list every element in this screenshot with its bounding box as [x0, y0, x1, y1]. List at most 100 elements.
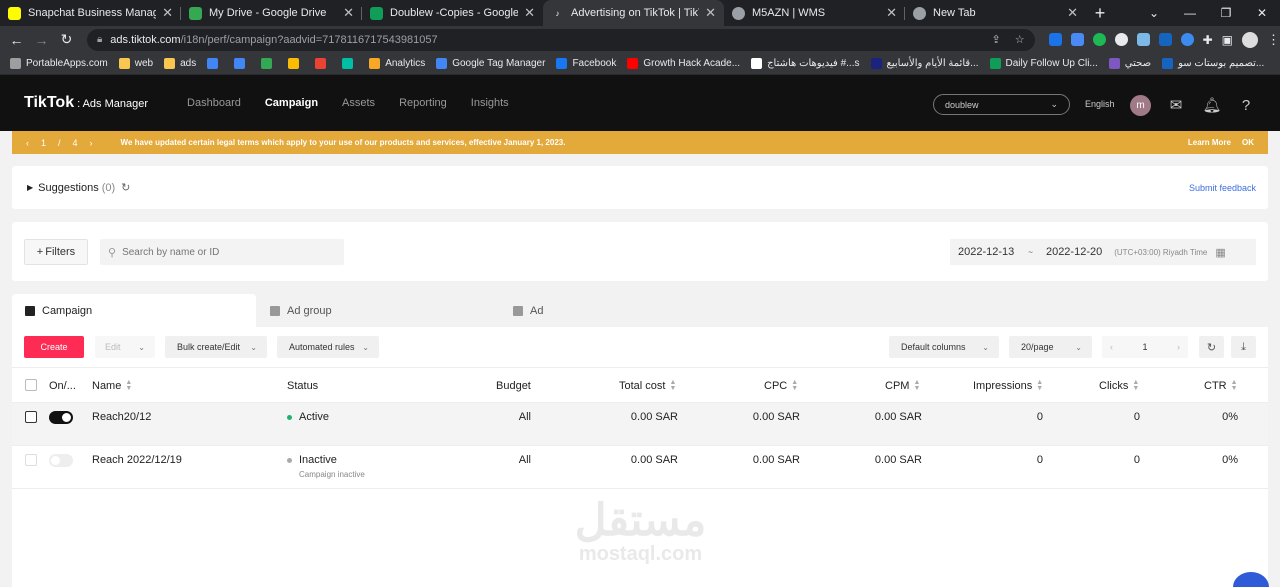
bookmark-item[interactable]: Google Tag Manager — [436, 58, 545, 69]
row-checkbox[interactable] — [25, 411, 37, 423]
bookmark-item[interactable]: Growth Hack Acade... — [627, 58, 740, 69]
nav-insights[interactable]: Insights — [471, 97, 509, 109]
extension-icon[interactable] — [1180, 33, 1194, 46]
help-icon[interactable]: ? — [1236, 95, 1256, 115]
suggestions-label[interactable]: Suggestions — [38, 182, 99, 194]
restore-icon[interactable]: ❐ — [1208, 6, 1244, 20]
back-icon[interactable]: ← — [4, 32, 29, 48]
bookmark-item[interactable]: Facebook — [556, 58, 616, 69]
bulk-create-edit-button[interactable]: Bulk create/Edit ⌄ — [165, 336, 267, 358]
browser-tab-tiktok[interactable]: ♪ Advertising on TikTok | TikTok A ✕ — [543, 0, 724, 26]
close-tab-icon[interactable]: ✕ — [886, 5, 897, 21]
bookmark-item[interactable]: Daily Follow Up Cli... — [989, 58, 1098, 69]
menu-icon[interactable]: ⋮ — [1267, 32, 1280, 48]
browser-tab-m5azn[interactable]: M5AZN | WMS ✕ — [724, 0, 905, 26]
extension-icon[interactable] — [1048, 33, 1062, 46]
bookmark-item[interactable] — [288, 58, 304, 69]
language-select[interactable]: English — [1085, 99, 1115, 109]
current-page[interactable]: 1 — [1142, 342, 1147, 352]
date-range-picker[interactable]: 2022-12-13 ~ 2022-12-20 (UTC+03:00) Riya… — [950, 239, 1256, 265]
close-tab-icon[interactable]: ✕ — [524, 5, 535, 21]
browser-tab-newtab[interactable]: New Tab ✕ — [905, 0, 1086, 26]
bookmark-item[interactable]: فيديوهات هاشتاج #...s — [751, 58, 860, 69]
extension-icon[interactable] — [1092, 33, 1106, 46]
browser-tab-snapchat[interactable]: Snapchat Business Manager ✕ — [0, 0, 181, 26]
notice-ok-button[interactable]: OK — [1242, 138, 1254, 147]
caret-right-icon[interactable]: ▶ — [27, 183, 33, 192]
nav-assets[interactable]: Assets — [342, 97, 375, 109]
browser-tab-drive[interactable]: My Drive - Google Drive ✕ — [181, 0, 362, 26]
automated-rules-button[interactable]: Automated rules ⌄ — [277, 336, 379, 358]
account-select[interactable]: doublew ⌄ — [933, 94, 1070, 115]
bookmark-item[interactable]: تصميم بوستات سو... — [1162, 58, 1264, 69]
page-size-select[interactable]: 20/page ⌄ — [1009, 336, 1092, 358]
close-tab-icon[interactable]: ✕ — [1067, 5, 1078, 21]
submit-feedback-link[interactable]: Submit feedback — [1189, 183, 1256, 193]
tab-campaign[interactable]: Campaign — [12, 294, 256, 327]
tab-ad-group[interactable]: Ad group — [270, 294, 470, 327]
learn-more-link[interactable]: Learn More — [1188, 138, 1231, 147]
inbox-icon[interactable]: ✉ — [1166, 95, 1186, 115]
col-ctr[interactable]: CTR ▲ ▼ — [1204, 379, 1238, 392]
extension-icon[interactable] — [1070, 33, 1084, 46]
new-tab-button[interactable]: + — [1086, 0, 1114, 26]
bookmark-item[interactable] — [207, 58, 223, 69]
nav-campaign[interactable]: Campaign — [265, 97, 318, 109]
export-button[interactable]: ⤓ — [1231, 336, 1256, 358]
bookmark-item[interactable] — [315, 58, 331, 69]
profile-avatar[interactable] — [1241, 31, 1258, 48]
next-page-icon[interactable]: › — [1177, 342, 1180, 352]
col-cpc[interactable]: CPC ▲ ▼ — [764, 379, 798, 392]
close-tab-icon[interactable]: ✕ — [162, 5, 173, 21]
tab-ad[interactable]: Ad — [513, 294, 713, 327]
close-window-icon[interactable]: ✕ — [1244, 6, 1280, 20]
bookmark-item[interactable]: ads — [164, 58, 196, 69]
default-columns-select[interactable]: Default columns ⌄ — [889, 336, 999, 358]
refresh-icon[interactable]: ↻ — [121, 181, 130, 194]
sidepanel-icon[interactable]: ▣ — [1222, 33, 1233, 47]
edit-button[interactable]: Edit ⌄ — [95, 336, 155, 358]
next-icon[interactable]: › — [90, 138, 93, 148]
close-tab-icon[interactable]: ✕ — [343, 5, 354, 21]
search-input[interactable] — [122, 246, 323, 258]
browser-tab-sheets[interactable]: Doublew -Copies - Google Shee ✕ — [362, 0, 543, 26]
bookmark-item[interactable]: web — [118, 58, 153, 69]
col-total-cost[interactable]: Total cost ▲ ▼ — [619, 379, 676, 392]
table-row[interactable]: Reach 2022/12/19 Inactive Campaign inact… — [12, 446, 1268, 489]
bookmark-star-icon[interactable]: ☆ — [1015, 33, 1025, 46]
share-icon[interactable]: ⇪ — [991, 33, 1000, 46]
bookmark-item[interactable] — [234, 58, 250, 69]
row-checkbox[interactable] — [25, 454, 37, 466]
nav-reporting[interactable]: Reporting — [399, 97, 447, 109]
bell-icon[interactable]: 🔔︎ — [1202, 95, 1222, 115]
tiktok-ads-logo[interactable]: TikTok : Ads Manager — [24, 94, 148, 112]
bookmark-item[interactable]: صحتي — [1108, 58, 1151, 69]
extension-icon[interactable] — [1136, 33, 1150, 46]
prev-icon[interactable]: ‹ — [26, 138, 29, 148]
address-bar[interactable]: 🔒︎ ads.tiktok.com/i18n/perf/campaign?aad… — [86, 28, 1035, 51]
bookmark-item[interactable]: PortableApps.com — [10, 58, 108, 69]
bookmark-item[interactable] — [342, 58, 358, 69]
campaign-name[interactable]: Reach20/12 — [92, 411, 151, 423]
campaign-name[interactable]: Reach 2022/12/19 — [92, 454, 182, 466]
forward-icon[interactable]: → — [29, 32, 54, 48]
campaign-toggle[interactable] — [49, 411, 73, 424]
bookmark-item[interactable]: Analytics — [369, 58, 425, 69]
refresh-button[interactable]: ↻ — [1199, 336, 1224, 358]
campaign-toggle[interactable] — [49, 454, 73, 467]
reload-icon[interactable]: ↻ — [54, 31, 79, 48]
nav-dashboard[interactable]: Dashboard — [187, 97, 241, 109]
create-button[interactable]: Create — [24, 336, 84, 358]
col-clicks[interactable]: Clicks ▲ ▼ — [1099, 379, 1139, 392]
select-all-checkbox[interactable] — [25, 379, 37, 391]
extension-icon[interactable] — [1114, 33, 1128, 46]
filters-button[interactable]: + Filters — [24, 239, 88, 265]
col-impressions[interactable]: Impressions ▲ ▼ — [973, 379, 1043, 392]
search-box[interactable]: ⚲ — [100, 239, 344, 265]
close-tab-icon[interactable]: ✕ — [705, 5, 716, 21]
col-cpm[interactable]: CPM ▲ ▼ — [885, 379, 920, 392]
tab-search-icon[interactable]: ⌄ — [1136, 6, 1172, 20]
user-avatar[interactable]: m — [1130, 95, 1151, 116]
col-name[interactable]: Name ▲ ▼ — [92, 379, 132, 392]
bookmark-item[interactable] — [261, 58, 277, 69]
